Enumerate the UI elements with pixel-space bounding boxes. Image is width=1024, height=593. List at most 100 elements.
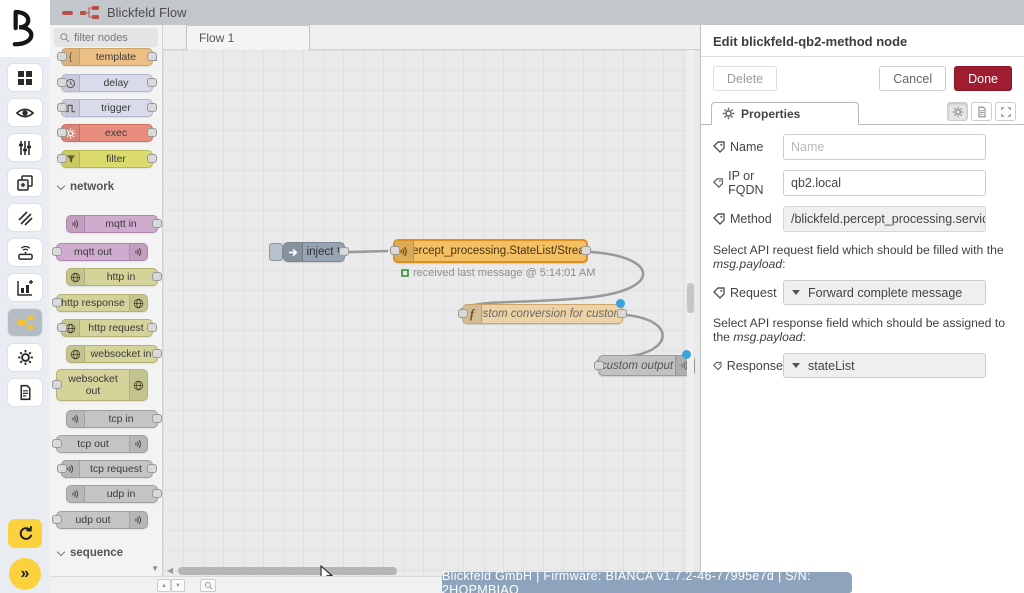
inject-trigger-button[interactable] [269,243,283,261]
magnifier-icon [204,581,213,590]
node-port[interactable] [52,298,62,307]
palette-category-sequence[interactable]: sequence [58,547,123,559]
node-port[interactable] [147,103,157,112]
hatch-button[interactable] [8,204,42,231]
node-port[interactable] [52,515,62,524]
name-input[interactable] [783,134,986,160]
palette-collapse-button[interactable]: ▲ [157,579,171,592]
record-add-button[interactable] [8,169,42,196]
palette-node-tcp-request[interactable]: tcp request [61,460,153,478]
device-status-text: Blickfeld GmbH | Firmware: BIANCA v1.7.2… [442,569,852,593]
palette-node-trigger[interactable]: trigger [61,99,153,117]
canvas-vertical-scrollbar-thumb[interactable] [687,283,694,313]
scroll-left-icon[interactable]: ◀ [167,566,173,575]
canvas-node-custom-output[interactable]: custom output [598,355,695,376]
node-port[interactable] [147,128,157,137]
palette-node-udp-out[interactable]: udp out [56,511,148,529]
palette-search-input[interactable] [74,32,152,44]
red-dash-icon [62,11,73,15]
canvas-node-inject[interactable]: inject ¹ [283,242,345,262]
node-port[interactable] [57,323,67,332]
node-port[interactable] [57,128,67,137]
node-port[interactable] [581,246,591,255]
done-button[interactable]: Done [954,66,1012,91]
method-value[interactable]: /blickfeld.percept_processing.services.S… [783,206,986,232]
response-dropdown[interactable]: stateList [783,353,986,378]
palette-node-http-request[interactable]: http request [61,319,153,337]
node-port[interactable] [52,380,62,389]
palette-node-template[interactable]: { template [61,48,153,66]
palette-node-http-response[interactable]: http response [56,294,148,312]
palette-category-network[interactable]: network [58,181,114,193]
node-port[interactable] [152,219,162,228]
palette-node-delay[interactable]: delay [61,74,153,92]
canvas-horizontal-scrollbar-thumb[interactable] [178,567,397,575]
palette-search[interactable] [54,28,158,47]
canvas-vertical-scrollbar[interactable] [687,50,694,576]
viewer-button[interactable] [8,99,42,126]
node-port[interactable] [390,246,400,255]
node-port[interactable] [57,154,67,163]
palette-node-tcp-out[interactable]: tcp out [56,435,148,453]
settings-button[interactable] [8,344,42,371]
node-port[interactable] [57,52,67,61]
flow-editor-button[interactable] [8,309,42,336]
canvas-node-custom-conversion[interactable]: f custom conversion for customer [462,304,623,324]
palette-node-filter[interactable]: filter [61,150,153,168]
node-port[interactable] [57,464,67,473]
palette-node-mqtt-in[interactable]: mqtt in [66,215,158,233]
node-port[interactable] [147,464,157,473]
flow-canvas[interactable]: inject ¹ percept_processing.StateList/St… [163,50,700,576]
palette-node-udp-in[interactable]: udp in [66,485,158,503]
node-port[interactable] [152,414,162,423]
canvas-node-percept-method[interactable]: percept_processing.StateList/Stream [393,239,588,263]
expand-sidebar-button[interactable]: » [9,558,41,590]
diagonal-lines-icon [17,210,33,226]
host-input[interactable] [783,170,986,196]
node-port[interactable] [617,309,627,318]
node-port[interactable] [594,361,604,370]
tab-flow-1[interactable]: Flow 1 [186,25,310,50]
node-port[interactable] [147,78,157,87]
palette-expand-button[interactable]: ▼ [171,579,185,592]
expand-editor-button[interactable] [995,102,1016,121]
node-port[interactable] [458,309,468,318]
palette-node-http-in[interactable]: http in [66,268,158,286]
tab-properties[interactable]: Properties [711,102,859,125]
node-port[interactable] [152,349,162,358]
node-port[interactable] [57,78,67,87]
dashboard-button[interactable] [8,64,42,91]
node-port[interactable] [52,439,62,448]
chart-add-button[interactable] [8,274,42,301]
cancel-button[interactable]: Cancel [879,66,946,91]
gear-icon [722,107,735,120]
tune-button[interactable] [8,134,42,161]
node-port[interactable] [339,247,349,256]
node-port[interactable] [147,154,157,163]
palette-node-mqtt-out[interactable]: mqtt out [56,243,148,261]
device-button[interactable] [8,239,42,266]
refresh-button[interactable] [8,519,42,548]
signal-icon [67,486,85,502]
node-description-button[interactable] [971,102,992,121]
node-port[interactable] [147,323,157,332]
delete-button[interactable]: Delete [713,66,777,91]
globe-icon [67,269,85,285]
node-port[interactable] [152,489,162,498]
device-status-bar: Blickfeld GmbH | Firmware: BIANCA v1.7.2… [442,572,852,593]
tag-icon [713,141,725,153]
node-port[interactable] [152,272,162,281]
title-bar: Blickfeld Flow [0,0,1024,25]
palette-node-websocket-in[interactable]: websocket in [66,345,158,363]
palette-node-exec[interactable]: exec [61,124,153,142]
node-port[interactable] [57,103,67,112]
node-settings-button[interactable] [947,102,968,121]
search-flows-button[interactable] [200,579,216,592]
document-button[interactable] [8,379,42,406]
palette-node-websocket-out[interactable]: websocket out [56,369,148,401]
palette-node-tcp-in[interactable]: tcp in [66,410,158,428]
request-dropdown[interactable]: Forward complete message [783,280,986,305]
node-port[interactable] [147,52,157,61]
node-port[interactable] [52,247,62,256]
palette-scroll-down-icon[interactable]: ▼ [151,564,159,573]
